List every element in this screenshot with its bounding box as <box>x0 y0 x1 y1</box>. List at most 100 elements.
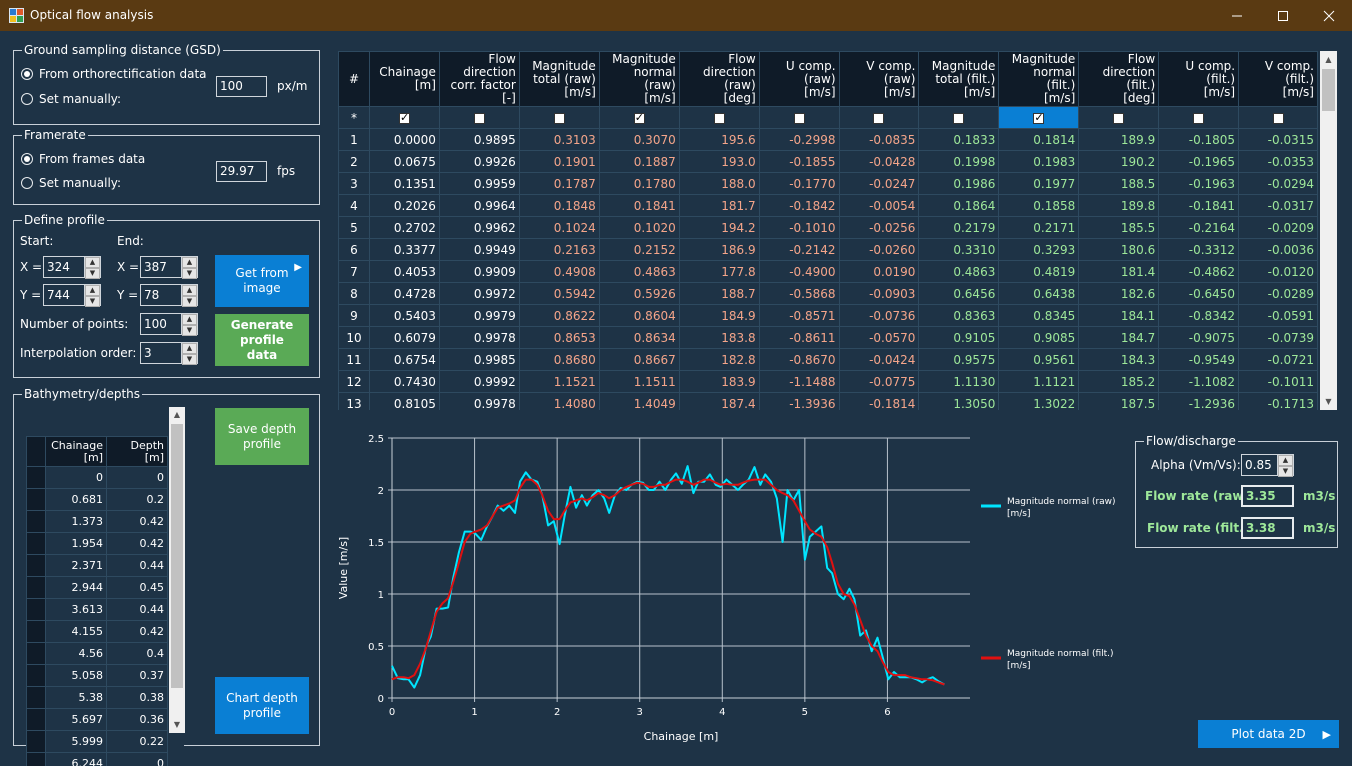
start-y-spinner[interactable]: 744▲▼ <box>43 284 101 306</box>
checkbox-checked-icon[interactable] <box>1033 113 1044 124</box>
table-row[interactable]: 100.60790.99780.86530.8634183.8-0.8611-0… <box>339 327 1318 349</box>
table-cell[interactable]: 0.4863 <box>919 261 999 283</box>
depth-cell-chainage[interactable]: 0.681 <box>46 489 107 511</box>
row-number[interactable]: 10 <box>339 327 370 349</box>
depth-grid-scrollbar[interactable]: ▲ ▼ <box>169 407 185 733</box>
column-header[interactable]: Chainage[m] <box>369 52 439 107</box>
table-cell[interactable]: 0.6079 <box>369 327 439 349</box>
depth-cell-chainage[interactable]: 3.613 <box>46 599 107 621</box>
table-cell[interactable]: -0.0036 <box>1239 239 1318 261</box>
table-cell[interactable]: 0.9575 <box>919 349 999 371</box>
depth-cell-depth[interactable]: 0.4 <box>107 643 168 665</box>
table-cell[interactable]: 0.3293 <box>999 239 1079 261</box>
table-row[interactable]: 20.06750.99260.19010.1887193.0-0.1855-0.… <box>339 151 1318 173</box>
table-cell[interactable]: 0.9972 <box>439 283 519 305</box>
table-cell[interactable]: 187.4 <box>679 393 759 411</box>
results-grid-scrollbar[interactable]: ▲ ▼ <box>1320 51 1337 410</box>
table-cell[interactable]: -1.1488 <box>759 371 839 393</box>
table-cell[interactable]: 0.8105 <box>369 393 439 411</box>
depth-row-header[interactable] <box>27 489 46 511</box>
table-cell[interactable]: 0.1983 <box>999 151 1079 173</box>
depth-col-depth[interactable]: Depth[m] <box>107 437 168 467</box>
table-cell[interactable]: 190.2 <box>1079 151 1159 173</box>
spin-down-icon[interactable]: ▼ <box>1278 466 1293 477</box>
row-number[interactable]: 11 <box>339 349 370 371</box>
table-cell[interactable]: -0.8342 <box>1159 305 1239 327</box>
column-header[interactable]: Magnitude total (filt.)[m/s] <box>919 52 999 107</box>
table-cell[interactable]: 0.9949 <box>439 239 519 261</box>
table-cell[interactable]: 0.2171 <box>999 217 1079 239</box>
start-x-spinner[interactable]: 324▲▼ <box>43 256 101 278</box>
checkbox-icon[interactable] <box>474 113 485 124</box>
table-cell[interactable]: 0.9909 <box>439 261 519 283</box>
depth-cell-chainage[interactable]: 5.697 <box>46 709 107 731</box>
depth-row[interactable]: 6.2440 <box>27 753 168 766</box>
table-row[interactable]: 110.67540.99850.86800.8667182.8-0.8670-0… <box>339 349 1318 371</box>
row-number[interactable]: 4 <box>339 195 370 217</box>
table-cell[interactable]: 189.8 <box>1079 195 1159 217</box>
table-cell[interactable]: -0.2998 <box>759 129 839 151</box>
results-scroll-thumb[interactable] <box>1322 69 1335 111</box>
table-cell[interactable]: 184.1 <box>1079 305 1159 327</box>
spin-down-icon[interactable]: ▼ <box>85 268 100 279</box>
depth-cell-depth[interactable]: 0.45 <box>107 577 168 599</box>
depth-row-header[interactable] <box>27 753 46 766</box>
depth-cell-chainage[interactable]: 1.373 <box>46 511 107 533</box>
table-cell[interactable]: 0.8363 <box>919 305 999 327</box>
depth-cell-depth[interactable]: 0.42 <box>107 621 168 643</box>
table-cell[interactable]: 1.1521 <box>519 371 599 393</box>
table-cell[interactable]: -0.0209 <box>1239 217 1318 239</box>
table-cell[interactable]: -1.3936 <box>759 393 839 411</box>
depth-row-header[interactable] <box>27 731 46 753</box>
table-cell[interactable]: -0.5868 <box>759 283 839 305</box>
table-cell[interactable]: -0.1011 <box>1239 371 1318 393</box>
table-row[interactable]: 90.54030.99790.86220.8604184.9-0.8571-0.… <box>339 305 1318 327</box>
table-cell[interactable]: -0.1855 <box>759 151 839 173</box>
framerate-value-input[interactable]: 29.97 <box>216 161 267 182</box>
table-cell[interactable]: -0.4862 <box>1159 261 1239 283</box>
table-cell[interactable]: 0.5403 <box>369 305 439 327</box>
column-header[interactable]: U comp. (raw)[m/s] <box>759 52 839 107</box>
table-cell[interactable]: 188.5 <box>1079 173 1159 195</box>
depth-row[interactable]: 5.380.38 <box>27 687 168 709</box>
table-cell[interactable]: -0.1010 <box>759 217 839 239</box>
table-cell[interactable]: 0.3070 <box>599 129 679 151</box>
table-cell[interactable]: 0.2163 <box>519 239 599 261</box>
plot-data-2d-button[interactable]: Plot data 2D ▶ <box>1198 720 1339 748</box>
table-cell[interactable]: -0.8611 <box>759 327 839 349</box>
table-cell[interactable]: -0.1814 <box>839 393 919 411</box>
table-cell[interactable]: 0.0000 <box>369 129 439 151</box>
table-cell[interactable]: 0.9959 <box>439 173 519 195</box>
table-cell[interactable]: 184.9 <box>679 305 759 327</box>
spin-up-icon[interactable]: ▲ <box>85 257 100 268</box>
depth-row[interactable]: 00 <box>27 467 168 489</box>
table-cell[interactable]: -1.2936 <box>1159 393 1239 411</box>
row-number[interactable]: 5 <box>339 217 370 239</box>
table-cell[interactable]: 184.3 <box>1079 349 1159 371</box>
table-cell[interactable]: -0.0120 <box>1239 261 1318 283</box>
table-cell[interactable]: 0.1780 <box>599 173 679 195</box>
table-cell[interactable]: 189.9 <box>1079 129 1159 151</box>
interp-order-spinner[interactable]: 3▲▼ <box>140 342 198 364</box>
save-depth-profile-button[interactable]: Save depth profile <box>215 408 309 465</box>
gsd-ortho-radio[interactable] <box>21 68 33 80</box>
depth-row-header[interactable] <box>27 621 46 643</box>
table-cell[interactable]: 188.0 <box>679 173 759 195</box>
depth-cell-chainage[interactable]: 5.058 <box>46 665 107 687</box>
table-row[interactable]: 50.27020.99620.10240.1020194.2-0.1010-0.… <box>339 217 1318 239</box>
table-cell[interactable]: 0.1024 <box>519 217 599 239</box>
table-cell[interactable]: -0.2142 <box>759 239 839 261</box>
table-cell[interactable]: -0.0736 <box>839 305 919 327</box>
depth-col-chainage[interactable]: Chainage[m] <box>46 437 107 467</box>
table-cell[interactable]: 0.1864 <box>919 195 999 217</box>
table-cell[interactable]: 1.4049 <box>599 393 679 411</box>
column-header[interactable]: V comp. (raw)[m/s] <box>839 52 919 107</box>
table-row[interactable]: 30.13510.99590.17870.1780188.0-0.1770-0.… <box>339 173 1318 195</box>
table-cell[interactable]: -0.0315 <box>1239 129 1318 151</box>
table-cell[interactable]: 195.6 <box>679 129 759 151</box>
close-button[interactable] <box>1306 0 1352 31</box>
depth-row[interactable]: 5.9990.22 <box>27 731 168 753</box>
column-header[interactable]: # <box>339 52 370 107</box>
depth-cell-depth[interactable]: 0.36 <box>107 709 168 731</box>
gsd-manual-radio[interactable] <box>21 93 33 105</box>
